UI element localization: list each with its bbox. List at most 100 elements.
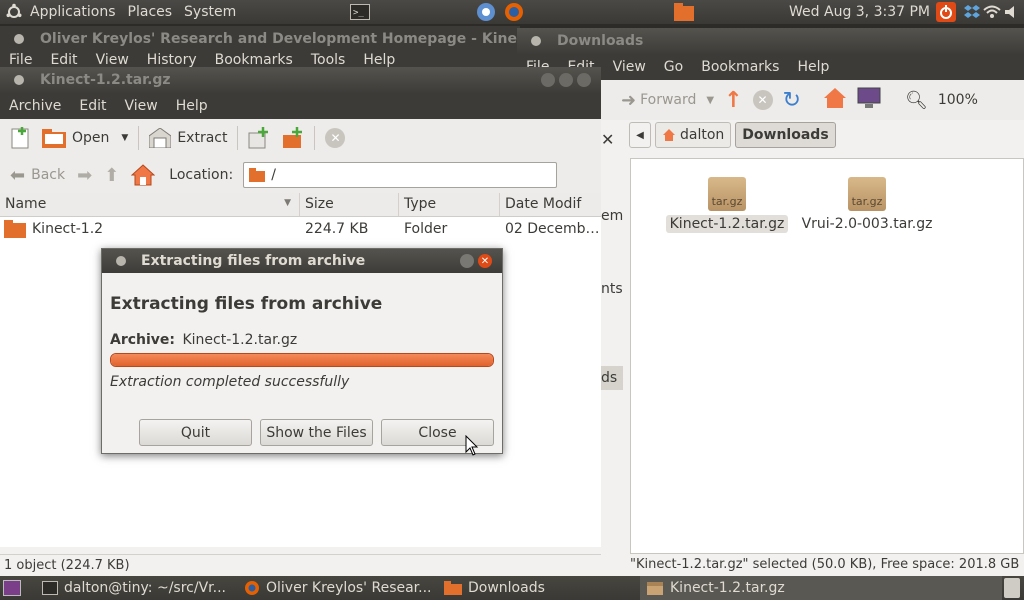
file-list-header: Name ▼ Size Type Date Modif [0, 193, 601, 217]
show-desktop-icon[interactable] [3, 580, 21, 596]
path-segment-dalton[interactable]: dalton [655, 122, 732, 148]
browser-menu-view[interactable]: View [87, 52, 138, 68]
archive-menu-archive[interactable]: Archive [0, 98, 70, 114]
downloads-menu-go[interactable]: Go [655, 59, 692, 75]
downloads-title: Downloads [557, 33, 644, 49]
volume-icon[interactable] [1002, 3, 1022, 21]
close-icon[interactable]: ✕ [478, 254, 492, 268]
menu-places[interactable]: Places [122, 4, 179, 20]
browser-menu-edit[interactable]: Edit [41, 52, 86, 68]
file-label-vrui: Vrui-2.0-003.tar.gz [801, 216, 933, 232]
quit-button[interactable]: Quit [139, 419, 252, 446]
downloads-menu-help[interactable]: Help [788, 59, 838, 75]
folder-icon [4, 220, 26, 238]
forward-icon[interactable]: ➜ [621, 90, 636, 111]
path-back-arrow-icon[interactable]: ◀ [629, 122, 651, 148]
close-icon[interactable] [577, 73, 591, 87]
column-header-date[interactable]: Date Modif [500, 193, 601, 216]
browser-titlebar[interactable]: Oliver Kreylos' Research and Development… [0, 26, 520, 52]
task-terminal[interactable]: dalton@tiny: ~/src/Vr... [36, 576, 238, 600]
downloads-titlebar[interactable]: Downloads [517, 28, 1024, 54]
task-archive[interactable]: Kinect-1.2.tar.gz [640, 576, 1002, 600]
minimize-icon[interactable] [541, 73, 555, 87]
forward-button[interactable]: Forward [640, 92, 696, 108]
toolbar-separator [237, 126, 239, 150]
add-folder-button[interactable] [276, 122, 310, 154]
task-downloads[interactable]: Downloads [438, 576, 640, 600]
zoom-out-icon[interactable]: 🔍︎ [905, 90, 928, 111]
power-icon[interactable] [936, 2, 956, 22]
archive-label: Archive: [110, 332, 176, 348]
menu-applications[interactable]: Applications [24, 4, 122, 20]
browser-menu-file[interactable]: File [0, 52, 41, 68]
file-item-kinect[interactable]: tar.gz Kinect-1.2.tar.gz [653, 173, 801, 233]
progress-fill [111, 354, 493, 366]
up-icon[interactable]: ↑ [724, 88, 742, 113]
location-field[interactable]: / [243, 162, 558, 188]
maximize-icon[interactable] [559, 73, 573, 87]
zoom-level[interactable]: 100% [938, 92, 978, 108]
open-dropdown-icon[interactable]: ▼ [121, 133, 128, 143]
archive-menu-view[interactable]: View [116, 98, 167, 114]
downloads-menu-bookmarks[interactable]: Bookmarks [692, 59, 788, 75]
browser-window-icon [14, 34, 24, 44]
chromium-launcher-icon[interactable] [476, 3, 496, 21]
firefox-launcher-icon[interactable] [504, 3, 524, 21]
reload-icon[interactable]: ↻ [783, 88, 801, 113]
extract-button[interactable]: Extract [143, 122, 233, 154]
sidebar-close-icon[interactable]: ✕ [601, 130, 614, 149]
ubuntu-logo-icon[interactable] [4, 3, 24, 21]
archive-menubar: Archive Edit View Help [0, 93, 601, 119]
row-name-cell: Kinect-1.2 [0, 220, 300, 238]
browser-menu-history[interactable]: History [138, 52, 206, 68]
path-segment-downloads[interactable]: Downloads [735, 122, 836, 148]
sidebar-fragment-2[interactable]: nts [601, 281, 623, 297]
sort-arrow-icon: ▼ [284, 198, 291, 208]
sidebar-fragment-3[interactable]: ds [601, 366, 623, 390]
dialog-title: Extracting files from archive [141, 253, 366, 269]
back-button[interactable]: ⬅ Back [4, 159, 71, 191]
column-header-type[interactable]: Type [399, 193, 500, 216]
maximize-icon[interactable] [460, 254, 474, 268]
stop-icon[interactable]: ✕ [752, 90, 773, 110]
open-button[interactable]: Open ▼ [36, 122, 134, 154]
table-row[interactable]: Kinect-1.2 224.7 KB Folder 02 Decemb… [0, 217, 601, 241]
browser-menu-help[interactable]: Help [354, 52, 404, 68]
show-files-button[interactable]: Show the Files [260, 419, 373, 446]
column-header-name[interactable]: Name ▼ [0, 193, 300, 216]
add-files-button[interactable] [242, 122, 276, 154]
home-folder-launcher-icon[interactable] [674, 3, 695, 21]
folder-icon [444, 581, 462, 595]
toolbar-separator [314, 126, 316, 150]
file-item-vrui[interactable]: tar.gz Vrui-2.0-003.tar.gz [799, 173, 935, 233]
archive-toolbar: Open ▼ Extract ✕ [0, 119, 601, 157]
dropbox-icon[interactable] [962, 3, 982, 21]
archive-titlebar[interactable]: Kinect-1.2.tar.gz [0, 67, 601, 93]
terminal-icon [42, 581, 58, 595]
new-archive-button[interactable] [4, 122, 36, 154]
terminal-launcher-icon[interactable]: >_ [350, 3, 371, 21]
home-icon[interactable] [823, 87, 847, 113]
downloads-menu-view[interactable]: View [604, 59, 655, 75]
home-icon[interactable] [125, 159, 161, 191]
archive-menu-edit[interactable]: Edit [70, 98, 115, 114]
forward-arrow-icon[interactable]: ➡ [71, 159, 98, 191]
task-label: Oliver Kreylos' Resear... [266, 580, 432, 596]
archive-menu-help[interactable]: Help [167, 98, 217, 114]
computer-icon[interactable] [857, 87, 881, 113]
dialog-titlebar[interactable]: Extracting files from archive ✕ [102, 249, 502, 273]
browser-menu-bookmarks[interactable]: Bookmarks [206, 52, 302, 68]
wifi-icon[interactable] [982, 3, 1002, 21]
clock[interactable]: Wed Aug 3, 3:37 PM [783, 4, 936, 20]
archive-icon [647, 582, 663, 595]
task-firefox[interactable]: Oliver Kreylos' Resear... [238, 576, 438, 600]
column-header-size[interactable]: Size [300, 193, 399, 216]
menu-system[interactable]: System [178, 4, 242, 20]
stop-button[interactable]: ✕ [319, 122, 351, 154]
browser-menu-tools[interactable]: Tools [302, 52, 355, 68]
new-document-icon [11, 127, 29, 149]
forward-dropdown-icon[interactable]: ▼ [706, 95, 714, 106]
sidebar-fragment-1[interactable]: em [601, 208, 623, 224]
trash-icon[interactable] [1004, 578, 1020, 598]
up-arrow-icon[interactable]: ⬆ [98, 159, 125, 191]
